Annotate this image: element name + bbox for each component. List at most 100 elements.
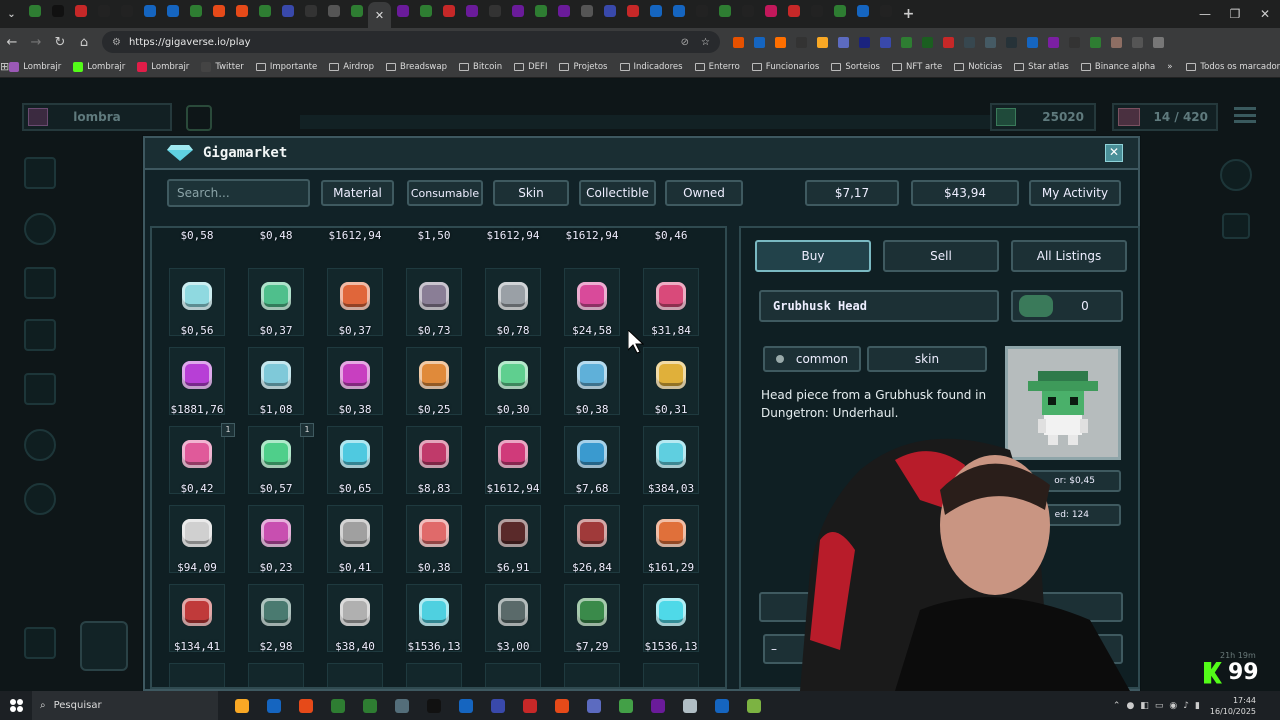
sidebar-fist-icon[interactable] [24,319,56,351]
bookmark-item[interactable]: Importante [255,62,317,72]
bookmark-item[interactable]: Funcionarios [751,62,819,72]
market-item[interactable]: $1,08 [248,347,304,416]
extension-icon[interactable] [812,32,833,52]
market-item[interactable]: $0,31 [643,347,699,416]
browser-tab[interactable] [276,0,299,22]
bookmarks-more[interactable]: » [1167,62,1172,72]
taskbar-app-icon[interactable] [354,691,386,720]
extension-icon[interactable] [1064,32,1085,52]
restore-button[interactable]: ❐ [1220,7,1250,21]
taskbar-app-icon[interactable] [610,691,642,720]
site-info-icon[interactable]: ⚙ [112,37,121,48]
market-item[interactable]: $1,50 [406,228,462,242]
close-window-button[interactable]: ✕ [1250,7,1280,21]
browser-tab[interactable] [598,0,621,22]
browser-tab[interactable] [322,0,345,22]
market-item[interactable]: $0,42 1 [169,423,235,495]
browser-tab[interactable] [230,0,253,22]
sidebar-right-top-icon[interactable] [1220,159,1252,191]
potion-slot[interactable] [80,621,128,671]
market-item[interactable]: $24,58 [564,268,620,337]
filter-collectible[interactable]: Collectible [579,180,656,206]
market-item[interactable]: $3,00 [485,584,541,653]
browser-tab[interactable] [69,0,92,22]
extension-icon[interactable] [1106,32,1127,52]
market-item[interactable]: $0,58 [169,228,225,242]
market-item[interactable] [169,663,225,687]
taskbar-app-icon[interactable] [386,691,418,720]
bookmark-item[interactable]: Twitter [201,61,244,72]
market-item[interactable]: $0,57 1 [248,423,314,495]
taskbar-app-icon[interactable] [322,691,354,720]
browser-tab[interactable] [805,0,828,22]
back-icon[interactable]: ← [0,35,24,50]
taskbar-app-icon[interactable] [418,691,450,720]
extension-icon[interactable] [1127,32,1148,52]
browser-tab[interactable] [299,0,322,22]
market-item[interactable]: $0,48 [248,228,304,242]
browser-tab[interactable] [506,0,529,22]
browser-tab[interactable] [782,0,805,22]
browser-tab[interactable] [345,0,368,22]
filter-consumable[interactable]: Consumable [407,180,483,206]
market-item[interactable]: $0,46 [643,228,699,242]
browser-tab[interactable] [161,0,184,22]
taskbar-app-icon[interactable] [578,691,610,720]
extension-icon[interactable] [728,32,749,52]
market-item[interactable]: $0,25 [406,347,462,416]
browser-tab[interactable] [115,0,138,22]
tab-sell[interactable]: Sell [883,240,999,272]
market-item[interactable]: $0,41 [327,505,383,574]
minus-button[interactable]: – [771,642,777,656]
browser-tab[interactable] [759,0,782,22]
market-item[interactable]: $0,38 [564,347,620,416]
browser-tab[interactable] [253,0,276,22]
bookmark-item[interactable]: Lombrajr [137,61,189,72]
browser-tab[interactable] [437,0,460,22]
extension-icon[interactable] [833,32,854,52]
reload-icon[interactable]: ↻ [48,35,72,50]
browser-tab[interactable] [138,0,161,22]
browser-tab[interactable] [667,0,690,22]
bookmark-item[interactable]: Sorteios [831,62,880,72]
market-item[interactable]: $6,91 [485,505,541,574]
new-tab-button[interactable]: + [897,3,920,25]
hide-icon[interactable]: ⊘ [681,37,689,48]
taskbar-app-icon[interactable] [290,691,322,720]
market-item[interactable]: $0,37 [248,268,304,337]
browser-tab[interactable] [621,0,644,22]
market-item[interactable]: $1612,94 [564,228,620,242]
market-item[interactable]: $7,68 [564,426,620,495]
browser-tab[interactable] [736,0,759,22]
balance-button-2[interactable]: $43,94 [911,180,1019,206]
market-item[interactable]: $7,29 [564,584,620,653]
market-item[interactable]: $8,83 [406,426,462,495]
browser-tab[interactable] [552,0,575,22]
sidebar-home-icon[interactable] [24,627,56,659]
market-item[interactable] [327,663,383,687]
browser-tab[interactable] [851,0,874,22]
close-tab-icon[interactable]: ✕ [375,9,384,22]
bookmark-item[interactable]: Projetos [559,62,608,72]
market-item[interactable] [248,663,304,687]
filter-owned[interactable]: Owned [665,180,743,206]
browser-tab[interactable] [414,0,437,22]
sidebar-right-heart-icon[interactable] [1222,213,1250,239]
extension-icon[interactable] [770,32,791,52]
minimize-button[interactable]: — [1190,7,1220,21]
extension-icon[interactable] [749,32,770,52]
extension-icon[interactable] [1043,32,1064,52]
menu-icon[interactable] [1234,107,1256,123]
apps-icon[interactable]: ⊞ [0,60,9,73]
bookmark-item[interactable]: Binance alpha [1080,62,1155,72]
taskbar-app-icon[interactable] [450,691,482,720]
balance-button-1[interactable]: $7,17 [805,180,899,206]
browser-tab[interactable] [713,0,736,22]
close-button[interactable]: ✕ [1105,144,1123,162]
bookmark-item[interactable]: Lombrajr [73,61,125,72]
market-item[interactable]: $1536,13 [406,584,462,653]
filter-material[interactable]: Material [321,180,394,206]
browser-tab[interactable] [184,0,207,22]
sidebar-gem-icon[interactable] [24,213,56,245]
extension-icon[interactable] [1085,32,1106,52]
